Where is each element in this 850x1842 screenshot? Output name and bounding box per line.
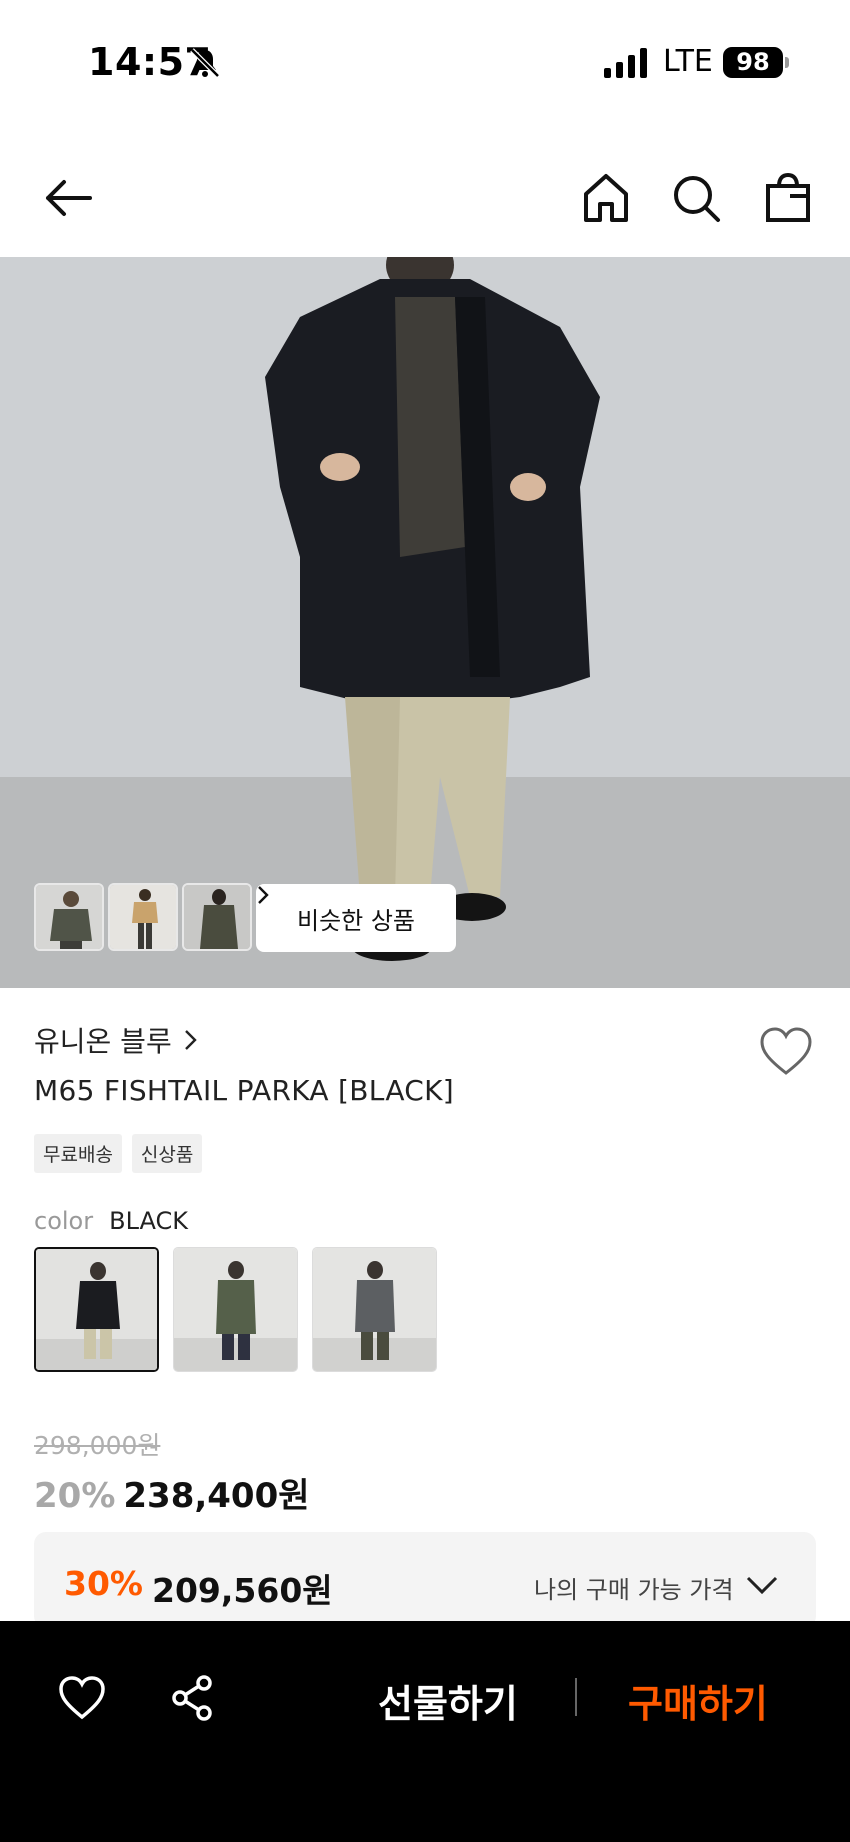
price-row: 20% 238,400원: [34, 1468, 310, 1517]
bell-muted-icon: [190, 48, 220, 78]
home-icon[interactable]: [578, 170, 634, 226]
tag-new-item: 신상품: [131, 1134, 203, 1173]
product-hero-image[interactable]: 비슷한 상품: [0, 257, 850, 988]
gift-button[interactable]: 선물하기: [378, 1673, 518, 1728]
hero-photo: [0, 257, 850, 988]
sale-price: 238,400원: [123, 1476, 310, 1516]
my-discount-rate: 30%: [64, 1564, 143, 1603]
my-price-panel[interactable]: 30% 209,560원 나의 구매 가능 가격: [34, 1532, 816, 1628]
chevron-down-icon: [746, 1576, 778, 1595]
network-label: LTE: [663, 44, 713, 79]
color-key: color: [34, 1207, 94, 1235]
like-heart-icon[interactable]: [57, 1673, 107, 1723]
search-icon[interactable]: [668, 170, 724, 226]
chevron-right-icon: [184, 1030, 197, 1050]
battery-tip: [785, 57, 789, 68]
original-price: 298,000원: [34, 1431, 161, 1460]
color-value: BLACK: [109, 1207, 188, 1235]
cellular-signal-icon: [604, 48, 647, 78]
product-name: M65 FISHTAIL PARKA [BLACK]: [34, 1074, 455, 1107]
bottom-bar-divider: [575, 1678, 577, 1716]
back-arrow-icon[interactable]: [40, 170, 96, 226]
shopping-bag-icon[interactable]: [760, 170, 816, 226]
color-swatch-black[interactable]: [34, 1247, 159, 1372]
similar-products-button[interactable]: 비슷한 상품: [256, 884, 456, 952]
color-selector-label: color BLACK: [34, 1207, 188, 1235]
tag-free-shipping: 무료배송: [34, 1134, 122, 1173]
hero-thumbnail-2[interactable]: [108, 883, 178, 951]
battery-indicator: 98: [723, 47, 783, 78]
color-swatch-olive[interactable]: [173, 1247, 298, 1372]
buy-button[interactable]: 구매하기: [628, 1673, 768, 1728]
wishlist-heart-icon[interactable]: [758, 1025, 814, 1081]
brand-name: 유니온 블루: [34, 1025, 172, 1058]
top-navigation: [0, 150, 850, 256]
hero-thumbnail-3[interactable]: [182, 883, 252, 951]
my-price: 209,560원: [152, 1571, 333, 1610]
color-swatch-grey[interactable]: [312, 1247, 437, 1372]
similar-products-label: 비슷한 상품: [296, 906, 416, 935]
discount-rate: 20%: [34, 1476, 116, 1516]
my-price-label: 나의 구매 가능 가격: [534, 1576, 734, 1604]
status-bar: 14:57 LTE 98: [0, 0, 850, 120]
chevron-right-icon: [258, 886, 269, 904]
bottom-action-bar: 선물하기 구매하기: [0, 1621, 850, 1842]
brand-link[interactable]: 유니온 블루: [34, 1020, 198, 1060]
product-tags: 무료배송 신상품: [34, 1134, 203, 1173]
share-icon[interactable]: [168, 1673, 218, 1723]
hero-thumbnail-1[interactable]: [34, 883, 104, 951]
